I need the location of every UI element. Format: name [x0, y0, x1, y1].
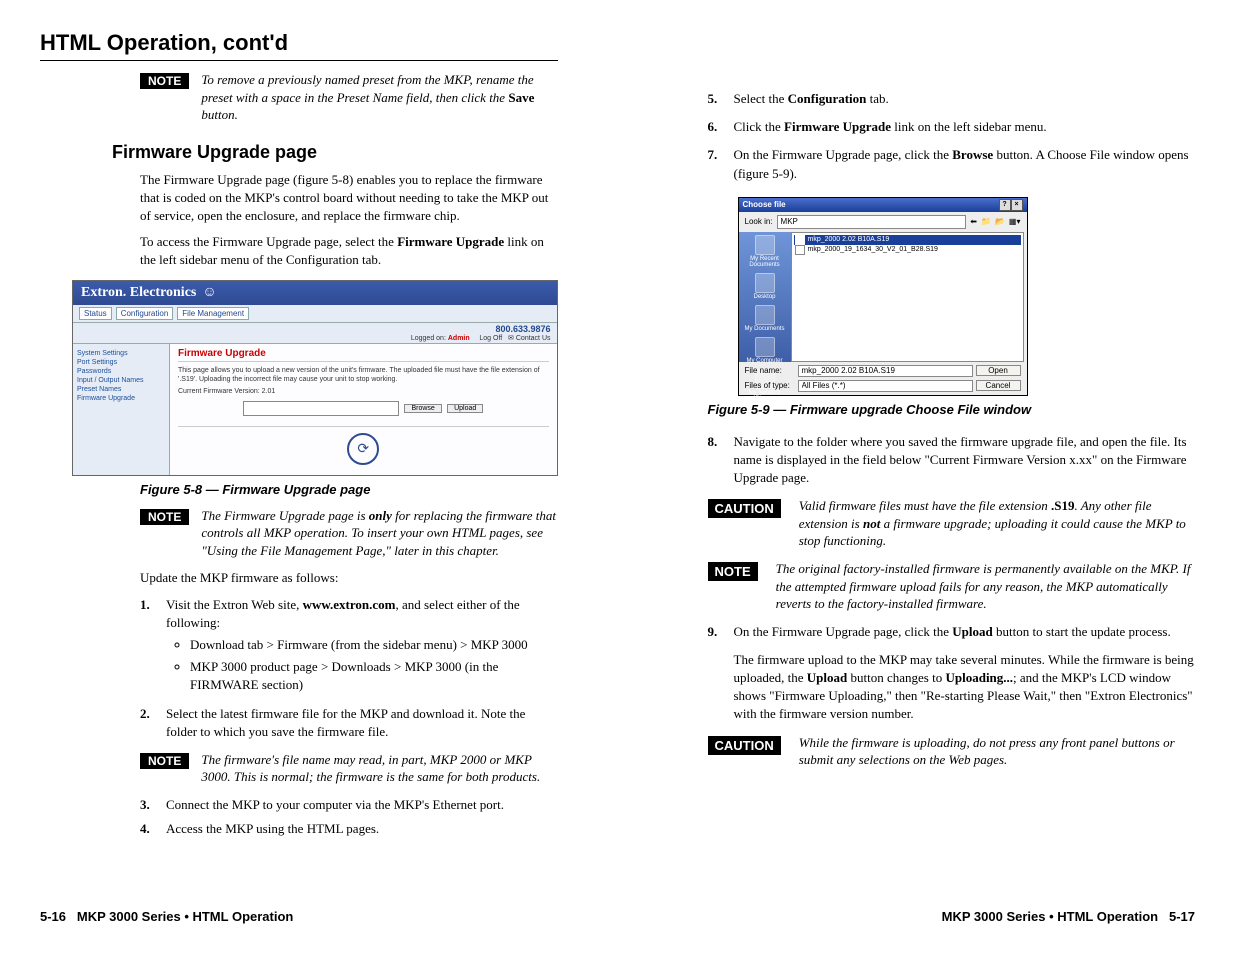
figure-5-9-caption: Figure 5-9 — Firmware upgrade Choose Fil… — [708, 402, 1196, 417]
step-4: 4 Access the MKP using the HTML pages. — [140, 820, 558, 838]
para-fw-access: To access the Firmware Upgrade page, sel… — [140, 233, 558, 269]
current-version: Current Firmware Version: 2.01 — [178, 388, 549, 395]
note-badge: NOTE — [140, 73, 189, 89]
refresh-icon: ⟳ — [347, 433, 379, 465]
places-item[interactable]: My Recent Documents — [740, 235, 790, 268]
open-button[interactable]: Open — [976, 365, 1021, 376]
places-bar: My Recent Documents Desktop My Documents… — [739, 232, 791, 362]
phone-number: 800.633.9876 — [79, 324, 551, 334]
note-text: The Firmware Upgrade page is only for re… — [201, 507, 557, 560]
sidebar-item[interactable]: Input / Output Names — [77, 377, 165, 384]
step-1-bullet: Download tab > Firmware (from the sideba… — [190, 636, 558, 654]
note-factory-fw: NOTE The original factory-installed firm… — [708, 560, 1196, 613]
lookin-dropdown[interactable] — [777, 215, 967, 229]
step-9: 9 On the Firmware Upgrade page, click th… — [708, 623, 1196, 724]
contact-link[interactable]: Contact Us — [516, 335, 551, 342]
update-intro: Update the MKP firmware as follows: — [140, 569, 558, 587]
para-fw-intro: The Firmware Upgrade page (figure 5-8) e… — [140, 171, 558, 226]
page-footer-right: MKP 3000 Series • HTML Operation 5-17 — [942, 909, 1195, 924]
note-badge: NOTE — [708, 562, 758, 581]
panel-desc: This page allows you to upload a new ver… — [178, 366, 549, 384]
figure-5-9: Choose file ?× Look in: ⬅ 📁 📂 ▦▾ My Rece… — [738, 197, 1028, 396]
tab-status[interactable]: Status — [79, 307, 112, 320]
sidebar-item[interactable]: Passwords — [77, 368, 165, 375]
extron-tabs: Status Configuration File Management — [73, 305, 557, 323]
close-icon[interactable]: × — [1011, 199, 1023, 211]
step-1: 1 Visit the Extron Web site, www.extron.… — [140, 596, 558, 699]
nav-back-icon[interactable]: ⬅ — [970, 217, 977, 226]
step-8: 8 Navigate to the folder where you saved… — [708, 433, 1196, 488]
tab-configuration[interactable]: Configuration — [116, 307, 174, 320]
lookin-label: Look in: — [745, 217, 773, 226]
tab-file-management[interactable]: File Management — [177, 307, 249, 320]
figure-5-8-caption: Figure 5-8 — Firmware Upgrade page — [140, 482, 558, 497]
note-badge: NOTE — [140, 509, 189, 525]
logoff-link[interactable]: Log Off — [479, 335, 502, 342]
extron-sidebar: System Settings Port Settings Passwords … — [73, 344, 170, 475]
figure-5-8: Extron. Electronics ☺ Status Configurati… — [72, 280, 558, 476]
sidebar-item[interactable]: Port Settings — [77, 359, 165, 366]
extron-statusbar: 800.633.9876 Logged on: Admin Log Off ✉ … — [73, 323, 557, 344]
filetype-label: Files of type: — [745, 381, 795, 390]
note-text: The original factory-installed firmware … — [776, 560, 1195, 613]
note-remove-preset: NOTE To remove a previously named preset… — [140, 71, 558, 124]
view-menu-icon[interactable]: ▦▾ — [1009, 217, 1021, 226]
note-badge: NOTE — [140, 753, 189, 769]
note-filename: NOTE The firmware's file name may read, … — [140, 751, 558, 786]
places-item[interactable]: My Computer — [740, 337, 790, 364]
panel-title: Firmware Upgrade — [178, 348, 549, 362]
page-footer-left: 5-16 MKP 3000 Series • HTML Operation — [40, 909, 293, 924]
cancel-button[interactable]: Cancel — [976, 380, 1021, 391]
page-header: HTML Operation, cont'd — [40, 30, 558, 61]
file-item[interactable]: mkp_2000_19_1634_30_V2_01_B28.S19 — [794, 245, 1021, 255]
note-fw-only: NOTE The Firmware Upgrade page is only f… — [140, 507, 558, 560]
note-text: To remove a previously named preset from… — [201, 71, 557, 124]
sidebar-item[interactable]: Firmware Upgrade — [77, 395, 165, 402]
places-item[interactable]: My Documents — [740, 305, 790, 332]
caution-text: Valid firmware files must have the file … — [799, 497, 1195, 550]
file-path-input[interactable] — [243, 401, 399, 416]
dialog-title: Choose file — [743, 200, 786, 209]
places-item[interactable]: Desktop — [740, 273, 790, 300]
sidebar-item[interactable]: System Settings — [77, 350, 165, 357]
file-list[interactable]: mkp_2000 2.02 B10A.S19 mkp_2000_19_1634_… — [791, 232, 1024, 362]
step-6: 6 Click the Firmware Upgrade link on the… — [708, 118, 1196, 136]
extron-header: Extron. Electronics ☺ — [73, 281, 557, 305]
new-folder-icon[interactable]: 📂 — [995, 217, 1005, 226]
caution-uploading: CAUTION While the firmware is uploading,… — [708, 734, 1196, 769]
caution-badge: CAUTION — [708, 499, 781, 518]
caution-badge: CAUTION — [708, 736, 781, 755]
upload-button[interactable]: Upload — [447, 404, 483, 413]
filename-label: File name: — [745, 366, 795, 375]
file-item-selected[interactable]: mkp_2000 2.02 B10A.S19 — [794, 235, 1021, 245]
step-3: 3 Connect the MKP to your computer via t… — [140, 796, 558, 814]
filename-input[interactable] — [798, 365, 973, 377]
caution-s19: CAUTION Valid firmware files must have t… — [708, 497, 1196, 550]
step-2: 2 Select the latest firmware file for th… — [140, 705, 558, 741]
browse-button[interactable]: Browse — [404, 404, 441, 413]
filetype-dropdown[interactable] — [798, 380, 973, 392]
step-7: 7 On the Firmware Upgrade page, click th… — [708, 146, 1196, 182]
note-text: The firmware's file name may read, in pa… — [201, 751, 557, 786]
sidebar-item[interactable]: Preset Names — [77, 386, 165, 393]
step-1-bullet: MKP 3000 product page > Downloads > MKP … — [190, 658, 558, 694]
caution-text: While the firmware is uploading, do not … — [799, 734, 1195, 769]
nav-up-icon[interactable]: 📁 — [981, 217, 991, 226]
step-5: 5 Select the Configuration tab. — [708, 90, 1196, 108]
heading-firmware-upgrade: Firmware Upgrade page — [112, 142, 558, 163]
help-icon[interactable]: ? — [999, 199, 1011, 211]
